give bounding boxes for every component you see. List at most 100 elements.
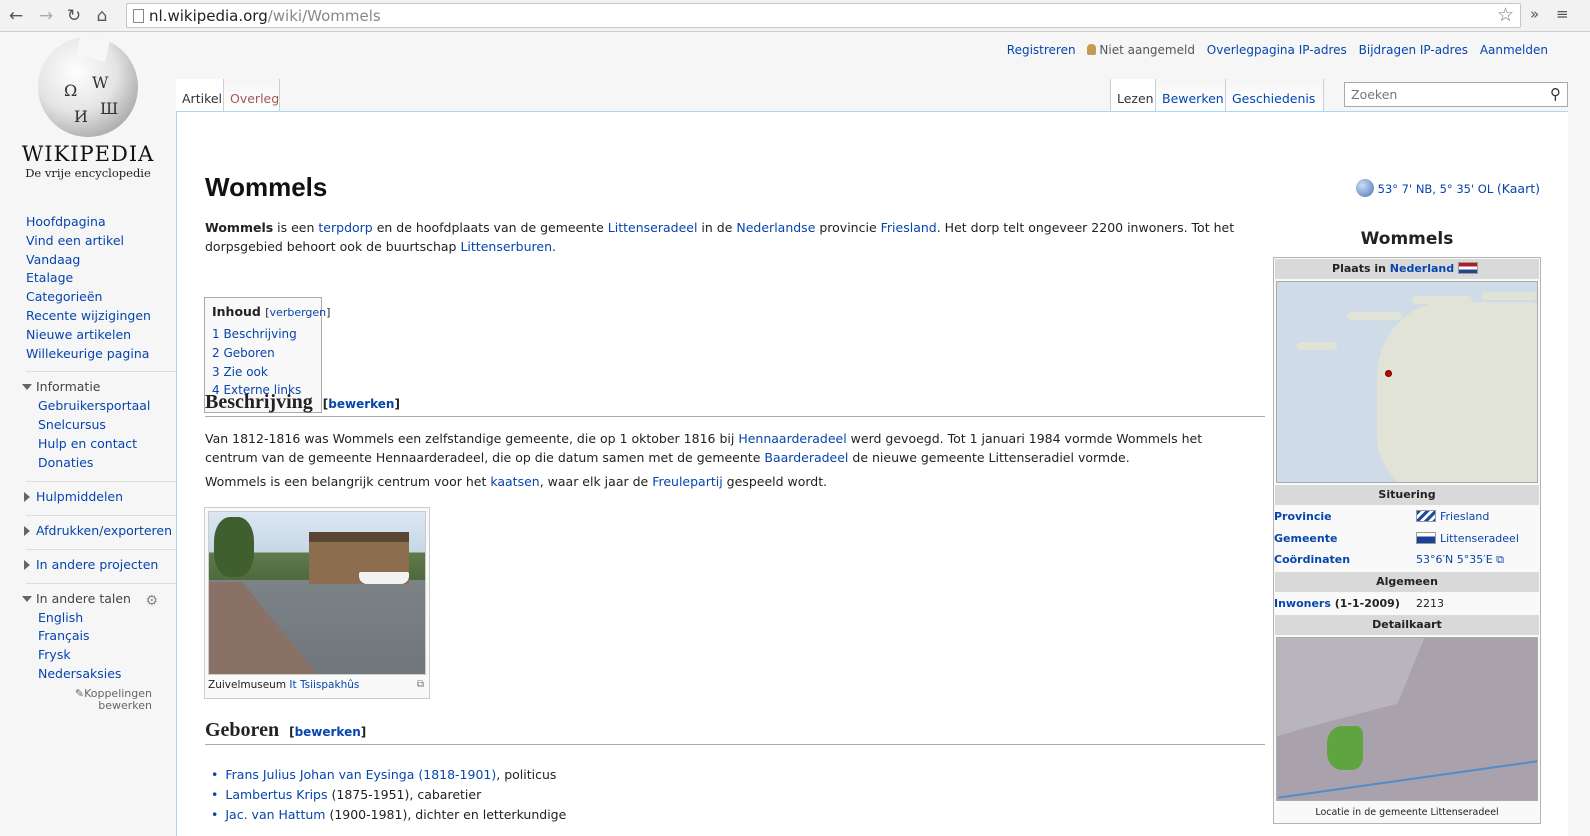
portal-languages-head[interactable]: In andere talen ⚙ [22,589,176,611]
collapse-triangle-icon [22,384,32,391]
expand-triangle-icon [24,525,30,536]
collapse-triangle-icon [22,595,32,602]
link-terpdorp[interactable]: terpdorp [318,220,372,235]
intro-paragraph: Wommels is een terpdorp en de hoofdplaat… [205,220,1235,254]
enlarge-icon[interactable]: ⧉ [417,679,424,690]
toc-item[interactable]: 2 Geboren [212,344,314,363]
section-edit-link[interactable]: bewerken [295,725,361,739]
toc-item[interactable]: 1 Beschrijving [212,325,314,344]
menu-icon[interactable]: ≡ [1556,5,1569,23]
link-nederland[interactable]: Nederland [1390,262,1454,275]
link-tsiispakhus[interactable]: It Tsiispakhûs [289,679,359,691]
section-edit-link[interactable]: bewerken [328,397,394,411]
location-map[interactable] [1276,281,1538,483]
list-item: Jac. van Hattum (1900-1981), dichter en … [211,805,566,825]
link-freulepartij[interactable]: Freulepartij [652,474,723,489]
lang-french[interactable]: Français [38,627,176,646]
tab-article[interactable]: Artikel [176,79,224,113]
globe-icon[interactable] [1355,179,1374,197]
portal-projects-head[interactable]: In andere projecten [24,555,176,575]
wordmark: WIKIPEDIA [21,142,155,166]
portal-print-head[interactable]: Afdrukken/exporteren [24,521,176,541]
forward-icon[interactable]: → [36,6,56,26]
sidebar-item-new-articles[interactable]: Nieuwe artikelen [26,326,176,345]
infobox-detail-header: Detailkaart [1275,615,1539,635]
login-link[interactable]: Aanmelden [1480,43,1548,57]
extensions-overflow-icon[interactable]: » [1530,5,1539,23]
detail-map[interactable] [1276,637,1538,801]
tab-read[interactable]: Lezen [1110,79,1156,113]
lang-low-saxon[interactable]: Nedersaksies [38,665,176,684]
sidebar-item-showcase[interactable]: Etalage [26,269,176,288]
wikipedia-logo[interactable]: Ω W И Ш WIKIPEDIA De vrije encyclopedie [18,37,158,180]
register-link[interactable]: Registreren [1007,43,1076,57]
toc-item[interactable]: 3 Zie ook [212,363,314,382]
sidebar-item-random[interactable]: Willekeurige pagina [26,345,176,364]
tab-history[interactable]: Geschiedenis [1226,79,1324,113]
map-link[interactable]: (Kaart) [1497,181,1540,196]
sidebar-item-today[interactable]: Vandaag [26,251,176,270]
bookmark-star-icon[interactable]: ☆ [1497,4,1514,26]
section-heading-beschrijving: Beschrijving [bewerken] [205,391,1265,417]
tab-talk[interactable]: Overleg [224,79,280,113]
wiki-page: Ω W И Ш WIKIPEDIA De vrije encyclopedie … [0,33,1590,836]
portal-tools-head[interactable]: Hulpmiddelen [24,487,176,507]
reload-icon[interactable]: ↻ [64,6,84,26]
friesland-flag-icon [1416,510,1436,522]
browser-toolbar: ← → ↻ ⌂ nl.wikipedia.org/wiki/Wommels ☆ … [0,0,1590,32]
home-icon[interactable]: ⌂ [92,6,112,26]
sidebar: Hoofdpagina Vind een artikel Vandaag Eta… [22,213,176,712]
edit-interlanguage-links[interactable]: ✎Koppelingen bewerken [26,687,176,712]
infobox-row-inhabitants: Inwoners (1-1-2009) 2213 [1274,596,1444,610]
link-littenseradeel[interactable]: Littenseradeel [608,220,698,235]
detail-map-caption: Locatie in de gemeente Littenseradeel [1315,807,1499,818]
back-icon[interactable]: ← [6,6,26,26]
image-thumbnail: Zuivelmuseum It Tsiispakhûs ⧉ [204,507,430,699]
external-link-icon: ⧉ [1496,553,1505,566]
sidebar-item-community[interactable]: Gebruikersportaal [38,397,176,416]
link-friesland[interactable]: Friesland [881,220,937,235]
user-icon [1087,44,1097,55]
toc-hide-link[interactable]: verbergen [270,306,327,319]
portal-info: Informatie Gebruikersportaal Snelcursus … [22,371,176,473]
link-littenserburen[interactable]: Littenserburen [460,239,552,254]
address-bar[interactable]: nl.wikipedia.org/wiki/Wommels ☆ [126,3,1521,28]
lang-english[interactable]: English [38,609,176,628]
portal-projects: In andere projecten [24,548,176,575]
museum-photo[interactable] [208,511,426,675]
littenseradeel-flag-icon [1416,531,1436,544]
infobox-title: Wommels [1360,229,1454,249]
namespace-tabs: Artikel Overleg [176,79,280,113]
link-baarderadeel[interactable]: Baarderadeel [764,450,848,465]
sidebar-item-donate[interactable]: Donaties [38,454,176,473]
content-area: Wommels 53° 7' NB, 5° 35' OL (Kaart) Wom… [176,111,1568,836]
link-hennaarderadeel[interactable]: Hennaarderadeel [738,431,846,446]
paragraph-kaatsen: Wommels is een belangrijk centrum voor h… [205,474,828,489]
infobox: Wommels Plaats in Nederland Situering Pr… [1273,223,1541,824]
sidebar-nav: Hoofdpagina Vind een artikel Vandaag Eta… [26,213,176,363]
sidebar-item-categories[interactable]: Categorieën [26,288,176,307]
coordinates-link[interactable]: 53° 7' NB, 5° 35' OL [1378,182,1494,196]
search-icon[interactable]: ⚲ [1550,85,1561,103]
link-nederlandse[interactable]: Nederlandse [736,220,815,235]
sidebar-item-recent-changes[interactable]: Recente wijzigingen [26,307,176,326]
list-item: Lambertus Krips (1875-1951), cabaretier [211,785,566,805]
gear-icon[interactable]: ⚙ [145,591,158,611]
lang-frisian[interactable]: Frysk [38,646,176,665]
puzzle-globe-icon: Ω W И Ш [38,37,138,137]
portal-print: Afdrukken/exporteren [24,514,176,541]
sidebar-item-tutorial[interactable]: Snelcursus [38,416,176,435]
ip-contribs-link[interactable]: Bijdragen IP-adres [1359,43,1468,57]
tab-edit[interactable]: Bewerken [1156,79,1226,113]
link-kaatsen[interactable]: kaatsen [490,474,539,489]
view-tabs: Lezen Bewerken Geschiedenis [1110,79,1336,113]
not-logged-in: Niet aangemeld [1087,43,1195,57]
sidebar-item-find-article[interactable]: Vind een artikel [26,232,176,251]
toc-title: Inhoud [verbergen] [212,304,331,319]
sidebar-item-help[interactable]: Hulp en contact [38,435,176,454]
search-input[interactable]: Zoeken ⚲ [1344,82,1568,107]
ip-talk-link[interactable]: Overlegpagina IP-adres [1207,43,1347,57]
list-item: Frans Julius Johan van Eysinga (1818-190… [211,765,566,785]
sidebar-item-main-page[interactable]: Hoofdpagina [26,213,176,232]
portal-info-head[interactable]: Informatie [22,377,176,397]
